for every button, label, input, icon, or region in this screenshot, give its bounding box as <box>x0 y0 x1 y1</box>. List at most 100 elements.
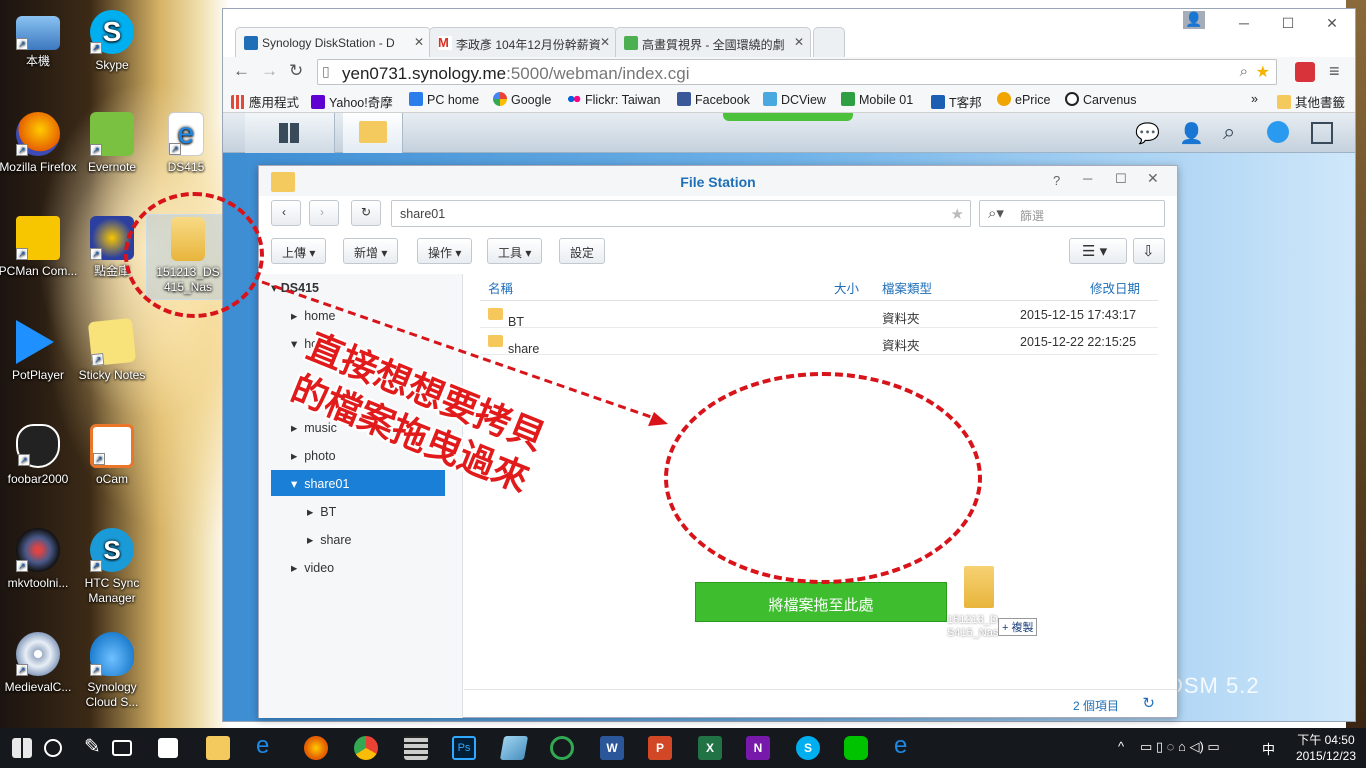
tree-item-share01[interactable]: ▾ share01 <box>271 470 445 496</box>
refresh-button[interactable]: ↻ <box>351 200 381 226</box>
create-button[interactable]: 新增 ▾ <box>343 238 399 264</box>
desktop-icon-sticky-notes[interactable]: ↗ Sticky Notes <box>72 317 152 383</box>
close-tab-icon[interactable]: ✕ <box>600 35 610 49</box>
ie-icon[interactable]: e <box>256 732 280 759</box>
maximize-icon[interactable]: ☐ <box>1115 171 1127 187</box>
new-tab-button[interactable] <box>813 27 845 57</box>
filter-input[interactable]: ⌕▾ 篩選 <box>979 200 1165 227</box>
desktop-icon-computer[interactable]: ↗ 本機 <box>0 12 78 69</box>
table-row[interactable]: share 資料夾 2015-12-22 22:15:25 <box>480 328 1158 356</box>
widgets-icon[interactable] <box>1311 122 1333 144</box>
path-field[interactable]: share01 ★ <box>391 200 971 227</box>
bookmark-other[interactable]: 其他書籤 <box>1277 92 1345 111</box>
desktop-icon-medievalcue[interactable]: ↗ MedievalC... <box>0 632 78 695</box>
desktop-icon-htc-sync[interactable]: S ↗ HTC Sync Manager <box>72 528 152 606</box>
column-modified[interactable]: 修改日期 <box>1090 278 1140 297</box>
tab-hd-vision[interactable]: 高畫質視界 - 全國環繞的劇 ✕ <box>615 27 811 57</box>
tree-item-photo[interactable]: ▸ photo <box>291 442 336 468</box>
tree-item-bt[interactable]: ▸ BT <box>307 498 336 524</box>
firefox-icon[interactable] <box>304 736 328 760</box>
forward-button[interactable]: → <box>261 61 278 81</box>
table-row[interactable]: BT 資料夾 2015-12-15 17:43:17 <box>480 301 1158 329</box>
tab-gmail[interactable]: M 李政彥 104年12月份幹薪資 ✕ <box>429 27 617 57</box>
tray-chevron-icon[interactable]: ^ <box>1118 739 1124 754</box>
word-icon[interactable]: W <box>600 736 624 760</box>
file-explorer-icon[interactable] <box>206 736 230 760</box>
settings-button[interactable]: 設定 <box>559 238 606 264</box>
task-view-icon[interactable] <box>112 740 132 756</box>
tree-root[interactable]: ▾ DS415 <box>271 274 319 300</box>
clock[interactable]: 下午 04:50 2015/12/23 <box>1296 732 1356 764</box>
taskbar-filestation[interactable] <box>343 113 403 153</box>
close-window-button[interactable]: ✕ <box>1317 15 1347 32</box>
forward-button[interactable]: › <box>309 200 339 226</box>
minimize-button[interactable]: ─ <box>1229 15 1259 31</box>
view-mode-button[interactable]: ☰ ▾ <box>1069 238 1127 264</box>
refresh-icon[interactable]: ↻ <box>1142 694 1155 712</box>
bookmark-star-icon[interactable]: ★ <box>1256 62 1270 82</box>
back-button[interactable]: ← <box>233 61 250 81</box>
cortana-icon[interactable] <box>44 739 62 757</box>
excel-icon[interactable]: X <box>698 736 722 760</box>
desktop-icon-synology-cloud[interactable]: ↗ Synology Cloud S... <box>72 632 152 710</box>
desktop-icon-evernote[interactable]: ↗ Evernote <box>72 112 152 175</box>
desktop-icon-mkvtoolnix[interactable]: ↗ mkvtoolni... <box>0 528 78 591</box>
bookmark-pchome[interactable]: PC home <box>409 92 479 107</box>
zoom-icon[interactable]: ⌕ <box>1240 63 1248 80</box>
tools-button[interactable]: 工具 ▾ <box>487 238 543 264</box>
bookmark-flickr[interactable]: Flickr: Taiwan <box>567 92 660 107</box>
favorite-star-icon[interactable]: ★ <box>951 205 964 223</box>
desktop-icon-ds415[interactable]: e ↗ DS415 <box>146 112 226 175</box>
address-bar[interactable]: yen0731.synology.me:5000/webman/index.cg… <box>317 59 1277 85</box>
desktop-icon-pcman[interactable]: ↗ PCMan Com... <box>0 216 78 279</box>
extension-icon[interactable] <box>1295 62 1315 82</box>
minimize-icon[interactable]: ─ <box>1083 171 1092 186</box>
user-profile-icon[interactable]: 👤 <box>1183 11 1205 29</box>
user-icon[interactable]: 👤 <box>1179 121 1204 146</box>
line-icon[interactable] <box>844 736 868 760</box>
main-menu-button[interactable] <box>245 113 335 153</box>
desktop-icon-firefox[interactable]: ↗ Mozilla Firefox <box>0 112 78 175</box>
close-tab-icon[interactable]: ✕ <box>414 35 424 49</box>
desktop-icon-ocam[interactable]: ↗ oCam <box>72 424 152 487</box>
bookmark-tkb[interactable]: T客邦 <box>931 92 982 111</box>
help-icon[interactable]: ? <box>1053 173 1060 188</box>
bookmark-carvenus[interactable]: Carvenus <box>1065 92 1137 107</box>
calculator-icon[interactable] <box>404 736 428 760</box>
bookmark-facebook[interactable]: Facebook <box>677 92 750 107</box>
column-name[interactable]: 名稱 <box>488 278 513 297</box>
bookmark-dcview[interactable]: DCView <box>763 92 826 107</box>
desktop-icon-skype[interactable]: S ↗ Skype <box>72 10 152 73</box>
maximize-button[interactable]: ☐ <box>1273 15 1303 32</box>
tree-item-share[interactable]: ▸ share <box>307 526 352 552</box>
tab-synology-diskstation[interactable]: Synology DiskStation - D ✕ <box>235 27 431 57</box>
search-icon[interactable]: ⌕ <box>1223 119 1235 145</box>
edge-icon[interactable]: e <box>894 732 918 759</box>
pen-icon[interactable]: ✎ <box>84 734 108 758</box>
drop-zone[interactable]: 將檔案拖至此處 <box>695 582 947 622</box>
onenote-icon[interactable]: N <box>746 736 770 760</box>
back-button[interactable]: ‹ <box>271 200 301 226</box>
sort-button[interactable]: ⇩ <box>1133 238 1165 264</box>
skype-icon[interactable]: S <box>796 736 820 760</box>
bookmark-google[interactable]: Google <box>493 92 551 107</box>
menu-icon[interactable]: ≡ <box>1329 61 1340 82</box>
bookmark-mobile01[interactable]: Mobile 01 <box>841 92 913 107</box>
desktop-icon-foobar[interactable]: ↗ foobar2000 <box>0 424 78 487</box>
bookmark-eprice[interactable]: ePrice <box>997 92 1050 107</box>
reload-button[interactable]: ↻ <box>289 61 303 81</box>
ime-indicator[interactable]: 中 <box>1262 739 1275 758</box>
notifications-icon[interactable]: 💬 <box>1135 121 1160 146</box>
photoshop-icon[interactable]: Ps <box>452 736 476 760</box>
desktop-icon-potplayer[interactable]: PotPlayer <box>0 320 78 383</box>
close-icon[interactable]: ✕ <box>1147 170 1159 187</box>
powerpoint-icon[interactable]: P <box>648 736 672 760</box>
action-button[interactable]: 操作 ▾ <box>417 238 473 264</box>
store-icon[interactable] <box>158 738 178 758</box>
close-tab-icon[interactable]: ✕ <box>794 35 804 49</box>
column-size[interactable]: 大小 <box>834 278 859 297</box>
green-app-icon[interactable] <box>550 736 574 760</box>
tree-item-video[interactable]: ▸ video <box>291 554 334 580</box>
chrome-icon[interactable] <box>354 736 378 760</box>
column-type[interactable]: 檔案類型 <box>882 278 932 297</box>
